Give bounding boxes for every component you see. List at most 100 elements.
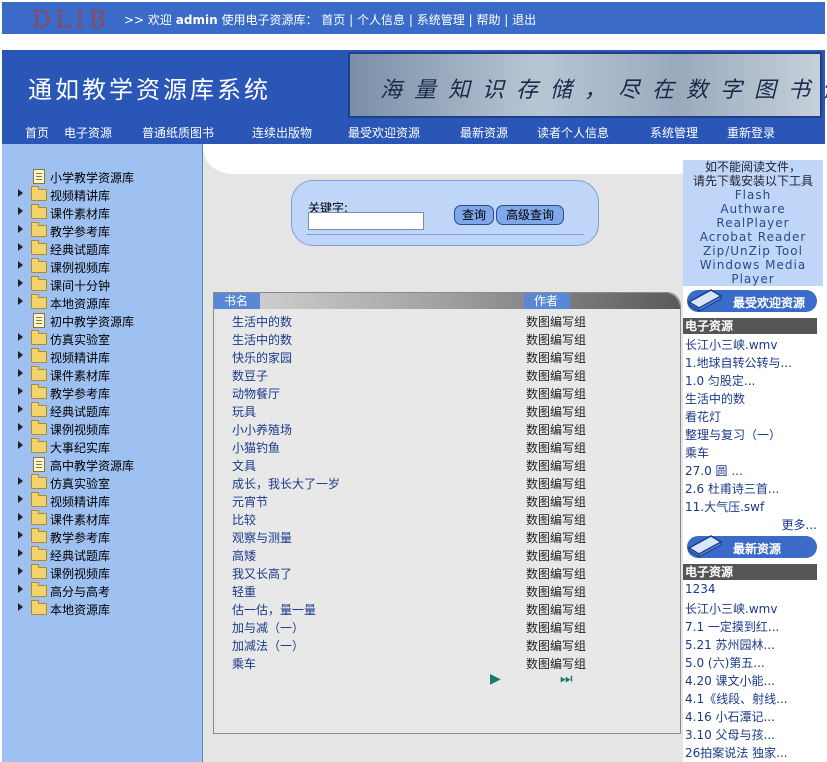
book-title-link[interactable]: 加与减（一） [232,619,304,636]
newest-item-link[interactable]: 4.1《线段、射线... [685,690,788,707]
newest-item-link[interactable]: 1234 [685,582,716,596]
book-title-link[interactable]: 观察与测量 [232,529,292,546]
book-title-link[interactable]: 小猫钓鱼 [232,439,280,456]
newest-item-link[interactable]: 7.1 一定摸到红... [685,618,779,635]
popular-item-link[interactable]: 2.6 杜甫诗三首... [685,480,779,497]
book-title-link[interactable]: 轻重 [232,583,256,600]
newest-item-link[interactable]: 5.0 (六)第五... [685,654,765,671]
popular-item-link[interactable]: 整理与复习（一） [685,426,781,443]
nav-serials[interactable]: 连续出版物 [252,124,312,141]
expand-arrow-icon[interactable] [18,369,23,377]
advanced-query-button[interactable]: 高级查询 [496,205,564,225]
header-link-logout[interactable]: 退出 [512,13,536,27]
book-title-link[interactable]: 玩具 [232,403,256,420]
expand-arrow-icon[interactable] [18,387,23,395]
slogan-text: 海量知识存储，尽在数字图书馆 [380,78,827,103]
nav-relogin[interactable]: 重新登录 [727,124,775,141]
nav-e-resources[interactable]: 电子资源 [64,124,112,141]
expand-arrow-icon[interactable] [18,351,23,359]
header-link-admin[interactable]: 系统管理 [417,13,465,27]
expand-arrow-icon[interactable] [18,441,23,449]
nav-paper-books[interactable]: 普通纸质图书 [142,124,214,141]
book-title-link[interactable]: 估一估，量一量 [232,601,316,618]
book-title-link[interactable]: 元宵节 [232,493,268,510]
expand-arrow-icon[interactable] [18,585,23,593]
book-title-link[interactable]: 我又长高了 [232,565,292,582]
book-title-link[interactable]: 高矮 [232,547,256,564]
sidebar-item-label: 本地资源库 [50,297,111,311]
last-page-icon[interactable]: ⏭ [560,671,573,687]
newest-item-link[interactable]: 长江小三峡.wmv [685,600,777,617]
header-link-help[interactable]: 帮助 [476,13,500,27]
expand-arrow-icon[interactable] [18,567,23,575]
tool-link-zip[interactable]: Zip/UnZip Tool [683,244,823,258]
tool-link-authware[interactable]: Authware [683,202,823,216]
query-button[interactable]: 查询 [454,205,494,225]
nav-reader-info[interactable]: 读者个人信息 [537,124,609,141]
more-link[interactable]: 更多... [782,516,817,533]
popular-item-link[interactable]: 生活中的数 [685,390,745,407]
expand-arrow-icon[interactable] [18,405,23,413]
expand-arrow-icon[interactable] [18,513,23,521]
header-link-profile[interactable]: 个人信息 [357,13,405,27]
popular-item-link[interactable]: 11.大气压.swf [685,498,764,515]
book-title-link[interactable]: 生活中的数 [232,331,292,348]
expand-arrow-icon[interactable] [18,279,23,287]
book-title-link[interactable]: 数豆子 [232,367,268,384]
book-title-link[interactable]: 成长，我长大了一岁 [232,475,340,492]
nav-newest[interactable]: 最新资源 [460,124,508,141]
expand-arrow-icon[interactable] [18,297,23,305]
expand-arrow-icon[interactable] [18,423,23,431]
popular-item-link[interactable]: 乘车 [685,444,709,461]
newest-item-link[interactable]: 3.10 父母与孩... [685,726,775,743]
sidebar-item-label: 仿真实验室 [50,333,111,347]
sidebar-item-label: 经典试题库 [50,243,111,257]
expand-arrow-icon[interactable] [18,495,23,503]
book-author: 数图编写组 [526,369,587,383]
dlib-logo: DLIB [32,6,111,34]
folder-icon [31,366,47,381]
next-page-icon[interactable]: ▶ [490,671,501,687]
tool-link-realplayer[interactable]: RealPlayer [683,216,823,230]
popular-item-link[interactable]: 1.地球自转公转与... [685,354,792,371]
expand-arrow-icon[interactable] [18,531,23,539]
sidebar-item-label: 大事纪实库 [50,441,111,455]
nav-popular[interactable]: 最受欢迎资源 [348,124,420,141]
expand-arrow-icon[interactable] [18,603,23,611]
tool-link-acrobat[interactable]: Acrobat Reader [683,230,823,244]
book-title-link[interactable]: 生活中的数 [232,313,292,330]
folder-icon [31,402,47,417]
header-link-home[interactable]: 首页 [321,13,345,27]
newest-item-link[interactable]: 4.20 课文小能... [685,672,775,689]
book-author: 数图编写组 [526,423,587,437]
popular-item-link[interactable]: 1.0 匀股定... [685,372,755,389]
book-title-link[interactable]: 快乐的家园 [232,349,292,366]
sidebar-item-label: 课件素材库 [50,513,111,527]
expand-arrow-icon[interactable] [18,333,23,341]
book-title-link[interactable]: 动物餐厅 [232,385,280,402]
expand-arrow-icon[interactable] [18,477,23,485]
tool-link-flash[interactable]: Flash [683,188,823,202]
nav-system-admin[interactable]: 系统管理 [650,124,698,141]
book-title-link[interactable]: 比较 [232,511,256,528]
expand-arrow-icon[interactable] [18,261,23,269]
expand-arrow-icon[interactable] [18,243,23,251]
nav-home[interactable]: 首页 [25,124,49,141]
sidebar-item-label: 经典试题库 [50,549,111,563]
book-title-link[interactable]: 加减法（一） [232,637,304,654]
popular-item-link[interactable]: 长江小三峡.wmv [685,336,777,353]
expand-arrow-icon[interactable] [18,549,23,557]
keyword-input[interactable] [308,212,424,230]
expand-arrow-icon[interactable] [18,207,23,215]
book-title-link[interactable]: 乘车 [232,655,256,672]
expand-arrow-icon[interactable] [18,225,23,233]
popular-item-link[interactable]: 27.0 圆 ... [685,462,743,479]
newest-item-link[interactable]: 26拍案说法 独家... [685,744,788,761]
expand-arrow-icon[interactable] [18,189,23,197]
newest-item-link[interactable]: 5.21 苏州园林... [685,636,775,653]
newest-item-link[interactable]: 4.16 小石潭记... [685,708,775,725]
book-title-link[interactable]: 文具 [232,457,256,474]
book-title-link[interactable]: 小小养殖场 [232,421,292,438]
popular-item-link[interactable]: 看花灯 [685,408,721,425]
tool-link-wmp[interactable]: Windows Media Player [683,258,823,286]
